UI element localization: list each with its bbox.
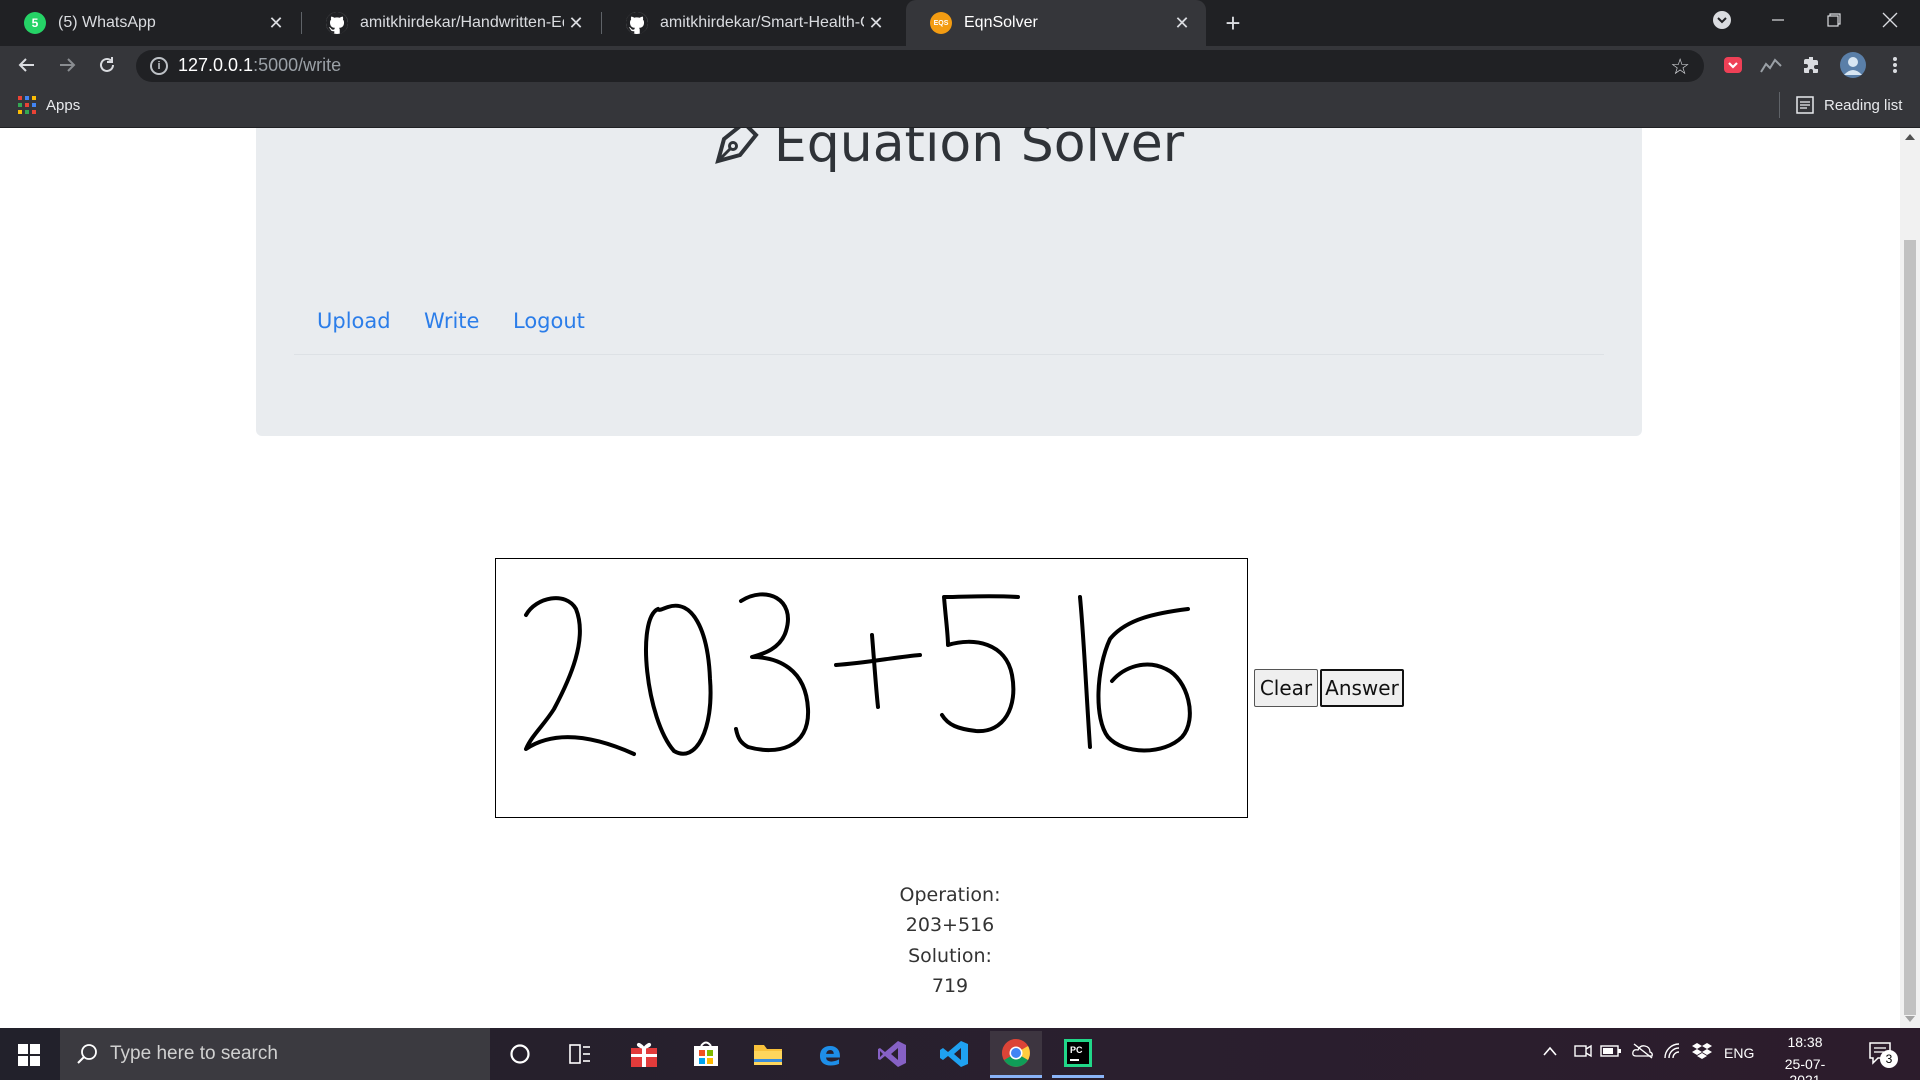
scroll-thumb[interactable] (1904, 240, 1916, 1015)
github-icon (626, 12, 648, 34)
apps-label: Apps (46, 96, 81, 114)
chrome-menu-icon[interactable] (1880, 50, 1910, 80)
reading-list-icon (1796, 96, 1814, 114)
clock-time: 18:38 (1787, 1034, 1823, 1050)
operation-label: Operation: (899, 884, 1001, 906)
dropbox-icon[interactable] (1692, 1042, 1712, 1063)
cortana-icon[interactable] (494, 1033, 546, 1075)
back-icon[interactable] (10, 48, 44, 82)
reading-list-label: Reading list (1824, 96, 1903, 114)
edge-browser-icon[interactable]: e (804, 1033, 856, 1075)
operation-value: 203+516 (905, 914, 995, 936)
header-jumbotron: Equation Solver Upload Write Logout (256, 128, 1642, 436)
site-info-icon[interactable]: i (150, 57, 168, 75)
tab-github-handwritten[interactable]: amitkhirdekar/Handwritten-Equa ✕ (302, 0, 600, 46)
profile-avatar-icon[interactable] (1838, 50, 1868, 80)
action-center-icon[interactable]: 3 (1868, 1040, 1898, 1069)
taskbar-search[interactable]: Type here to search (60, 1028, 490, 1080)
visual-studio-icon[interactable] (866, 1033, 918, 1075)
url-text: 127.0.0.1:5000/write (178, 55, 342, 75)
close-tab-icon[interactable]: ✕ (1170, 11, 1194, 35)
nav-write[interactable]: Write (424, 309, 479, 333)
meet-now-icon[interactable] (1574, 1043, 1592, 1062)
page-viewport: Equation Solver Upload Write Logout Clea… (0, 128, 1900, 1028)
pocket-icon[interactable] (1718, 50, 1748, 80)
pen-nib-icon (715, 128, 759, 164)
tab-title: EqnSolver (964, 14, 1038, 31)
page-scrollbar[interactable] (1900, 128, 1920, 1028)
address-bar[interactable]: i 127.0.0.1:5000/write ☆ (136, 50, 1704, 82)
windows-taskbar: Type here to search e PC ENG 18:38 25-07… (0, 1028, 1920, 1088)
task-view-icon[interactable] (554, 1033, 606, 1075)
brand-title: Equation Solver (773, 128, 1185, 174)
apps-bookmark[interactable]: Apps (18, 96, 80, 114)
onedrive-offline-icon[interactable] (1632, 1043, 1654, 1062)
tab-search-icon[interactable] (1694, 0, 1750, 40)
solution-label: Solution: (908, 945, 992, 967)
handwriting-strokes (524, 592, 1192, 756)
stats-extension-icon[interactable] (1756, 50, 1786, 80)
tab-eqnsolver[interactable]: EQS EqnSolver ✕ (906, 0, 1206, 46)
drawing-canvas[interactable] (495, 558, 1248, 818)
extensions-puzzle-icon[interactable] (1796, 50, 1826, 80)
tab-github-smart-health[interactable]: amitkhirdekar/Smart-Health-Con ✕ (602, 0, 900, 46)
nav-logout[interactable]: Logout (513, 309, 585, 333)
brand[interactable]: Equation Solver (256, 128, 1642, 174)
notification-count-badge: 3 (1880, 1050, 1898, 1068)
nav-upload[interactable]: Upload (317, 309, 391, 333)
apps-grid-icon (18, 96, 36, 114)
restore-icon[interactable] (1806, 0, 1862, 40)
file-explorer-icon[interactable] (742, 1033, 794, 1075)
clear-button[interactable]: Clear (1254, 669, 1318, 707)
github-icon (326, 12, 348, 34)
close-tab-icon[interactable]: ✕ (864, 11, 888, 35)
search-placeholder: Type here to search (110, 1043, 278, 1064)
reload-icon[interactable] (90, 48, 124, 82)
whatsapp-icon: 5 (24, 12, 46, 34)
scroll-up-icon[interactable] (1905, 134, 1915, 140)
new-tab-button[interactable]: + (1218, 8, 1248, 38)
reading-list-button[interactable]: Reading list (1796, 96, 1902, 114)
eqnsolver-favicon: EQS (930, 12, 952, 34)
tab-title: amitkhirdekar/Smart-Health-Con (660, 14, 864, 31)
tab-title: (5) WhatsApp (58, 14, 156, 31)
minimize-icon[interactable] (1750, 0, 1806, 40)
svg-text:PC: PC (1070, 1045, 1083, 1055)
tab-title: amitkhirdekar/Handwritten-Equa (360, 14, 564, 31)
vscode-icon[interactable] (928, 1033, 980, 1075)
bookmark-star-icon[interactable]: ☆ (1670, 54, 1690, 80)
forward-icon[interactable] (50, 48, 84, 82)
battery-icon[interactable] (1600, 1044, 1622, 1061)
scroll-down-icon[interactable] (1905, 1016, 1915, 1022)
close-window-icon[interactable] (1862, 0, 1918, 40)
browser-toolbar: i 127.0.0.1:5000/write ☆ (0, 46, 1920, 84)
bookmarks-bar: Apps Reading list (0, 84, 1920, 128)
pycharm-icon[interactable]: PC (1052, 1031, 1104, 1078)
tab-whatsapp[interactable]: 5 (5) WhatsApp ✕ (0, 0, 300, 46)
wifi-icon[interactable] (1664, 1043, 1682, 1062)
gift-app-icon[interactable] (618, 1033, 670, 1075)
chrome-taskbar-icon[interactable] (990, 1031, 1042, 1078)
show-hidden-icons[interactable] (1542, 1044, 1558, 1060)
close-tab-icon[interactable]: ✕ (564, 11, 588, 35)
answer-button[interactable]: Answer (1320, 669, 1404, 707)
language-indicator[interactable]: ENG (1724, 1045, 1754, 1061)
tab-strip: 5 (5) WhatsApp ✕ amitkhirdekar/Handwritt… (0, 0, 1920, 46)
solution-value: 719 (931, 975, 969, 997)
close-tab-icon[interactable]: ✕ (264, 11, 288, 35)
clock-date: 25-07-2021 (1784, 1056, 1826, 1088)
nav-divider (294, 354, 1604, 355)
microsoft-store-icon[interactable] (680, 1033, 732, 1075)
windows-start-icon[interactable] (18, 1044, 40, 1071)
search-icon (77, 1044, 97, 1064)
bookmark-divider (1779, 92, 1780, 118)
